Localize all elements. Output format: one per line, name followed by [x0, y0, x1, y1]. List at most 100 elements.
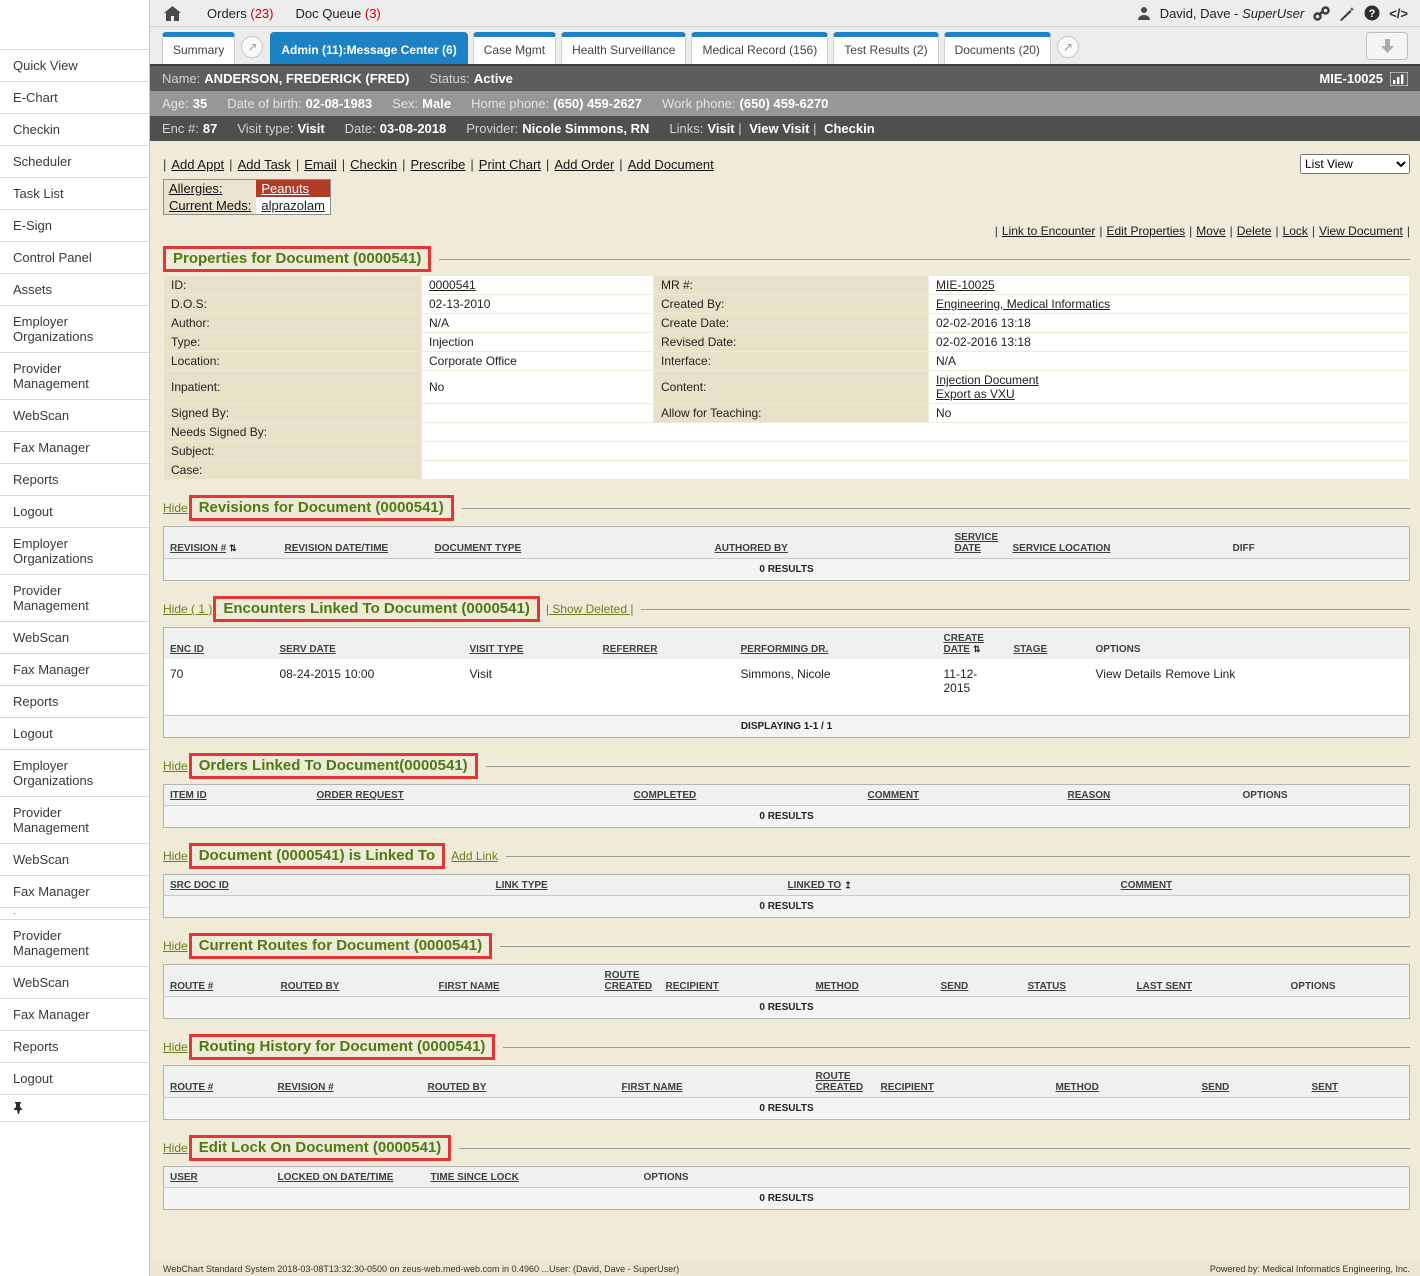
allergies-label-link[interactable]: Allergies: [169, 181, 222, 196]
col-route-created[interactable]: ROUTE CREATED [810, 1066, 875, 1098]
sort-icon[interactable]: ↥ [844, 880, 852, 890]
sidebar-item-e-chart[interactable]: E-Chart [0, 82, 149, 114]
col-user[interactable]: USER [164, 1167, 272, 1188]
row-action-remove-link[interactable]: Remove Link [1165, 667, 1235, 681]
col-send[interactable]: SEND [1196, 1066, 1306, 1098]
tab-test-results-2[interactable]: Test Results (2) [833, 32, 938, 64]
doc-action-view-document[interactable]: View Document [1319, 224, 1403, 238]
col-status[interactable]: STATUS [1022, 965, 1131, 997]
export-vxu-link[interactable]: Export as VXU [936, 387, 1402, 401]
col-service-location[interactable]: SERVICE LOCATION [1007, 527, 1227, 559]
sidebar-item-control-panel[interactable]: Control Panel [0, 242, 149, 274]
col-serv-date[interactable]: SERV DATE [274, 628, 464, 660]
col-send[interactable]: SEND [935, 965, 1022, 997]
section-extra-link-encounters[interactable]: | Show Deleted | [546, 602, 634, 616]
col-authored-by[interactable]: AUTHORED BY [709, 527, 949, 559]
sidebar-item-provider-management[interactable]: Provider Management [0, 575, 149, 622]
doc-action-move[interactable]: Move [1196, 224, 1225, 238]
sidebar-item-reports[interactable]: Reports [0, 1031, 149, 1063]
col-comment[interactable]: COMMENT [862, 785, 1062, 806]
col-linked-to[interactable]: LINKED TO↥ [782, 875, 1115, 896]
home-icon[interactable] [164, 6, 181, 21]
code-icon[interactable]: </> [1389, 6, 1408, 21]
sort-icon[interactable]: ⇅ [229, 543, 237, 553]
sidebar-item-fax-manager[interactable]: Fax Manager [0, 999, 149, 1031]
sidebar-item-provider-management[interactable]: Provider Management [0, 353, 149, 400]
sort-icon[interactable]: ⇅ [973, 644, 981, 654]
sidebar-item-fax-manager[interactable]: Fax Manager [0, 654, 149, 686]
sidebar-item-logout[interactable]: Logout [0, 1063, 149, 1095]
sidebar-item-scheduler[interactable]: Scheduler [0, 146, 149, 178]
col-routed-by[interactable]: ROUTED BY [422, 1066, 616, 1098]
sidebar-item-quick-view[interactable]: Quick View [0, 50, 149, 82]
sidebar-item-webscan[interactable]: WebScan [0, 967, 149, 999]
link-icon[interactable] [1313, 6, 1330, 21]
hide-link-editlock[interactable]: Hide [163, 1141, 188, 1155]
col-revision[interactable]: REVISION #⇅ [164, 527, 279, 559]
doc-action-delete[interactable]: Delete [1237, 224, 1272, 238]
col-reason[interactable]: REASON [1062, 785, 1237, 806]
sidebar-item-fax-manager[interactable]: Fax Manager [0, 432, 149, 464]
col-comment[interactable]: COMMENT [1115, 875, 1410, 896]
col-first-name[interactable]: FIRST NAME [433, 965, 599, 997]
sidebar-item-reports[interactable]: Reports [0, 464, 149, 496]
hide-link-orders[interactable]: Hide [163, 759, 188, 773]
allergy-peanuts-link[interactable]: Peanuts [261, 181, 309, 196]
sidebar-pin[interactable] [0, 1095, 149, 1122]
hide-link-encounters[interactable]: Hide ( 1 ) [163, 602, 212, 616]
col-src-doc-id[interactable]: SRC DOC ID [164, 875, 490, 896]
visit-link[interactable]: Visit [707, 121, 734, 136]
sidebar-item-task-list[interactable]: Task List [0, 178, 149, 210]
action-prescribe[interactable]: Prescribe [410, 157, 465, 172]
col-method[interactable]: METHOD [1050, 1066, 1196, 1098]
col-item-id[interactable]: ITEM ID [164, 785, 311, 806]
doc-id-link[interactable]: 0000541 [429, 278, 476, 292]
sidebar-item-webscan[interactable]: WebScan [0, 400, 149, 432]
sidebar-item-employer-organizations[interactable]: Employer Organizations [0, 306, 149, 353]
action-add-appt[interactable]: Add Appt [171, 157, 224, 172]
sidebar-item-employer-organizations[interactable]: Employer Organizations [0, 528, 149, 575]
tab-medical-record-156[interactable]: Medical Record (156) [691, 32, 828, 64]
col-routed-by[interactable]: ROUTED BY [275, 965, 433, 997]
hide-link-linked[interactable]: Hide [163, 849, 188, 863]
sidebar-item-employer-organizations[interactable]: Employer Organizations [0, 750, 149, 797]
col-route[interactable]: ROUTE # [164, 965, 275, 997]
sidebar-item-webscan[interactable]: WebScan [0, 844, 149, 876]
doc-queue-link[interactable]: Doc Queue (3) [295, 6, 380, 21]
injection-document-link[interactable]: Injection Document [936, 373, 1402, 387]
action-email[interactable]: Email [304, 157, 337, 172]
col-order-request[interactable]: ORDER REQUEST [311, 785, 628, 806]
col-route[interactable]: ROUTE # [164, 1066, 272, 1098]
col-time-since-lock[interactable]: TIME SINCE LOCK [425, 1167, 638, 1188]
sidebar-item-logout[interactable]: Logout [0, 718, 149, 750]
col-first-name[interactable]: FIRST NAME [616, 1066, 810, 1098]
action-add-task[interactable]: Add Task [238, 157, 291, 172]
action-add-document[interactable]: Add Document [628, 157, 714, 172]
col-revision-date-time[interactable]: REVISION DATE/TIME [279, 527, 429, 559]
section-extra-link-linked[interactable]: Add Link [451, 849, 498, 863]
col-create-date[interactable]: CREATE DATE⇅ [938, 628, 1008, 660]
col-link-type[interactable]: LINK TYPE [490, 875, 782, 896]
col-sent[interactable]: SENT [1306, 1066, 1410, 1098]
download-button[interactable] [1366, 32, 1408, 60]
sidebar-item-provider-management[interactable]: Provider Management [0, 920, 149, 967]
col-revision[interactable]: REVISION # [272, 1066, 422, 1098]
tab-documents-20[interactable]: Documents (20) [944, 32, 1051, 64]
col-last-sent[interactable]: LAST SENT [1131, 965, 1285, 997]
chart-icon[interactable] [1390, 72, 1408, 86]
col-visit-type[interactable]: VISIT TYPE [464, 628, 597, 660]
sidebar-item-logout[interactable]: Logout [0, 496, 149, 528]
col-service-date[interactable]: SERVICE DATE [949, 527, 1007, 559]
col-recipient[interactable]: RECIPIENT [875, 1066, 1050, 1098]
col-completed[interactable]: COMPLETED [628, 785, 862, 806]
action-checkin[interactable]: Checkin [350, 157, 397, 172]
sidebar-item-webscan[interactable]: WebScan [0, 622, 149, 654]
current-meds-label-link[interactable]: Current Meds: [169, 198, 251, 213]
action-print-chart[interactable]: Print Chart [479, 157, 541, 172]
wand-icon[interactable] [1339, 6, 1355, 21]
tab-overflow-button[interactable]: ↗ [241, 36, 263, 58]
hide-link-routes[interactable]: Hide [163, 939, 188, 953]
tab-overflow-button[interactable]: ↗ [1057, 36, 1079, 58]
checkin-link[interactable]: Checkin [824, 121, 875, 136]
doc-action-lock[interactable]: Lock [1283, 224, 1308, 238]
